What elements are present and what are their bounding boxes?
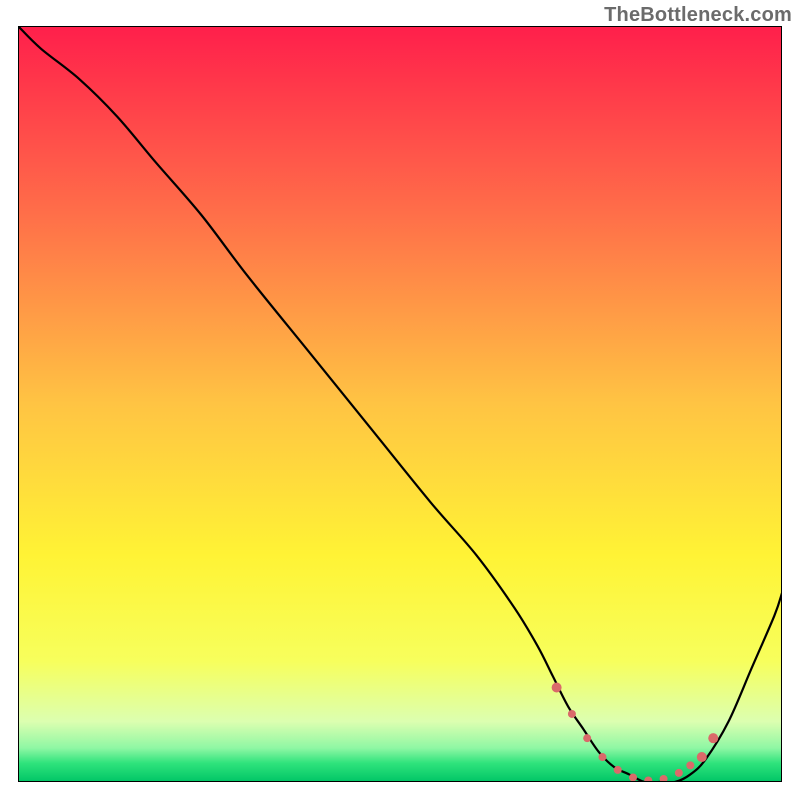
optimal-marker	[552, 683, 562, 693]
optimal-marker	[686, 761, 694, 769]
optimal-marker	[697, 752, 707, 762]
optimal-marker	[708, 733, 718, 743]
optimal-marker	[598, 753, 606, 761]
chart-background-gradient	[18, 26, 782, 782]
optimal-marker	[629, 773, 637, 781]
chart-svg	[18, 26, 782, 782]
optimal-marker	[675, 769, 683, 777]
bottleneck-chart	[18, 26, 782, 782]
optimal-marker	[568, 710, 576, 718]
watermark-text: TheBottleneck.com	[604, 4, 792, 27]
optimal-marker	[583, 734, 591, 742]
optimal-marker	[614, 766, 622, 774]
